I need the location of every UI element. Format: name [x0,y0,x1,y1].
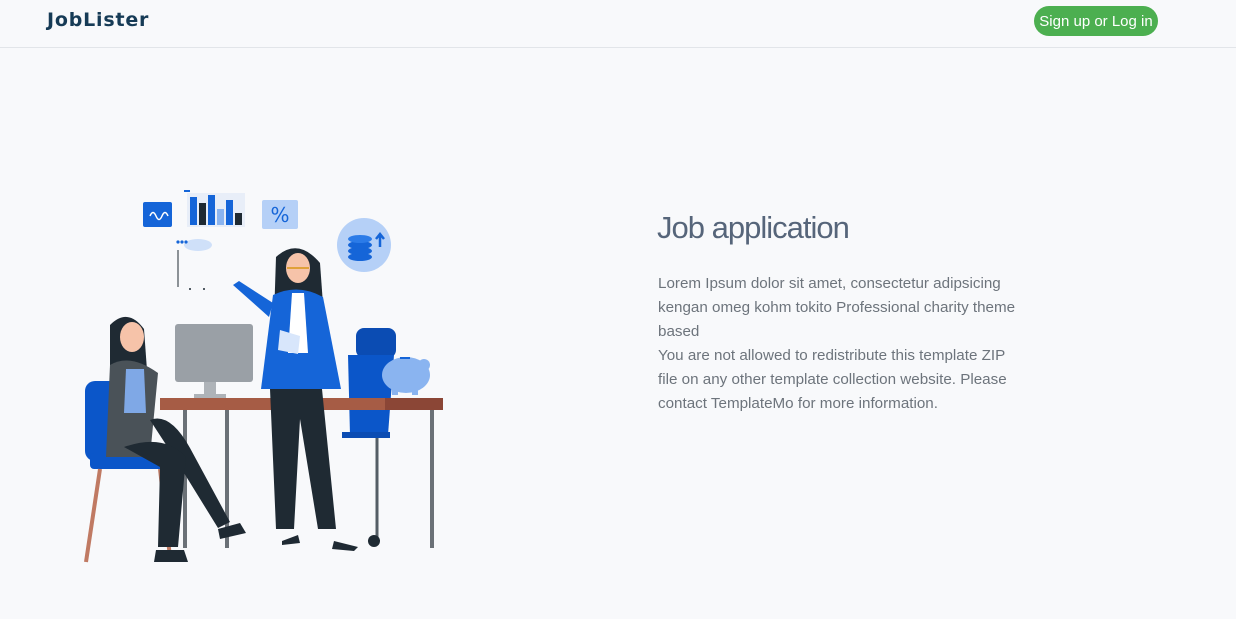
navbar: JobLister Sign up or Log in [0,0,1236,48]
small-graph-icon [176,239,212,290]
hero-paragraph-2: You are not allowed to redistribute this… [658,347,1007,412]
hero-paragraph-1: Lorem Ipsum dolor sit amet, consectetur … [658,275,1016,340]
signup-login-button[interactable]: Sign up or Log in [1034,6,1158,36]
bar-chart-icon [184,190,245,227]
computer-monitor [175,324,253,398]
hero-title: Job application [657,210,850,245]
floating-note-icon [143,202,172,227]
hero-description: Lorem Ipsum dolor sit amet, consectetur … [658,272,1028,416]
brand-logo[interactable]: JobLister [47,9,149,31]
svg-text:%: % [270,203,289,227]
office-illustration: % [84,190,443,563]
percent-icon: % [262,200,298,229]
coins-icon [337,218,391,272]
office-chair-right [342,328,396,547]
